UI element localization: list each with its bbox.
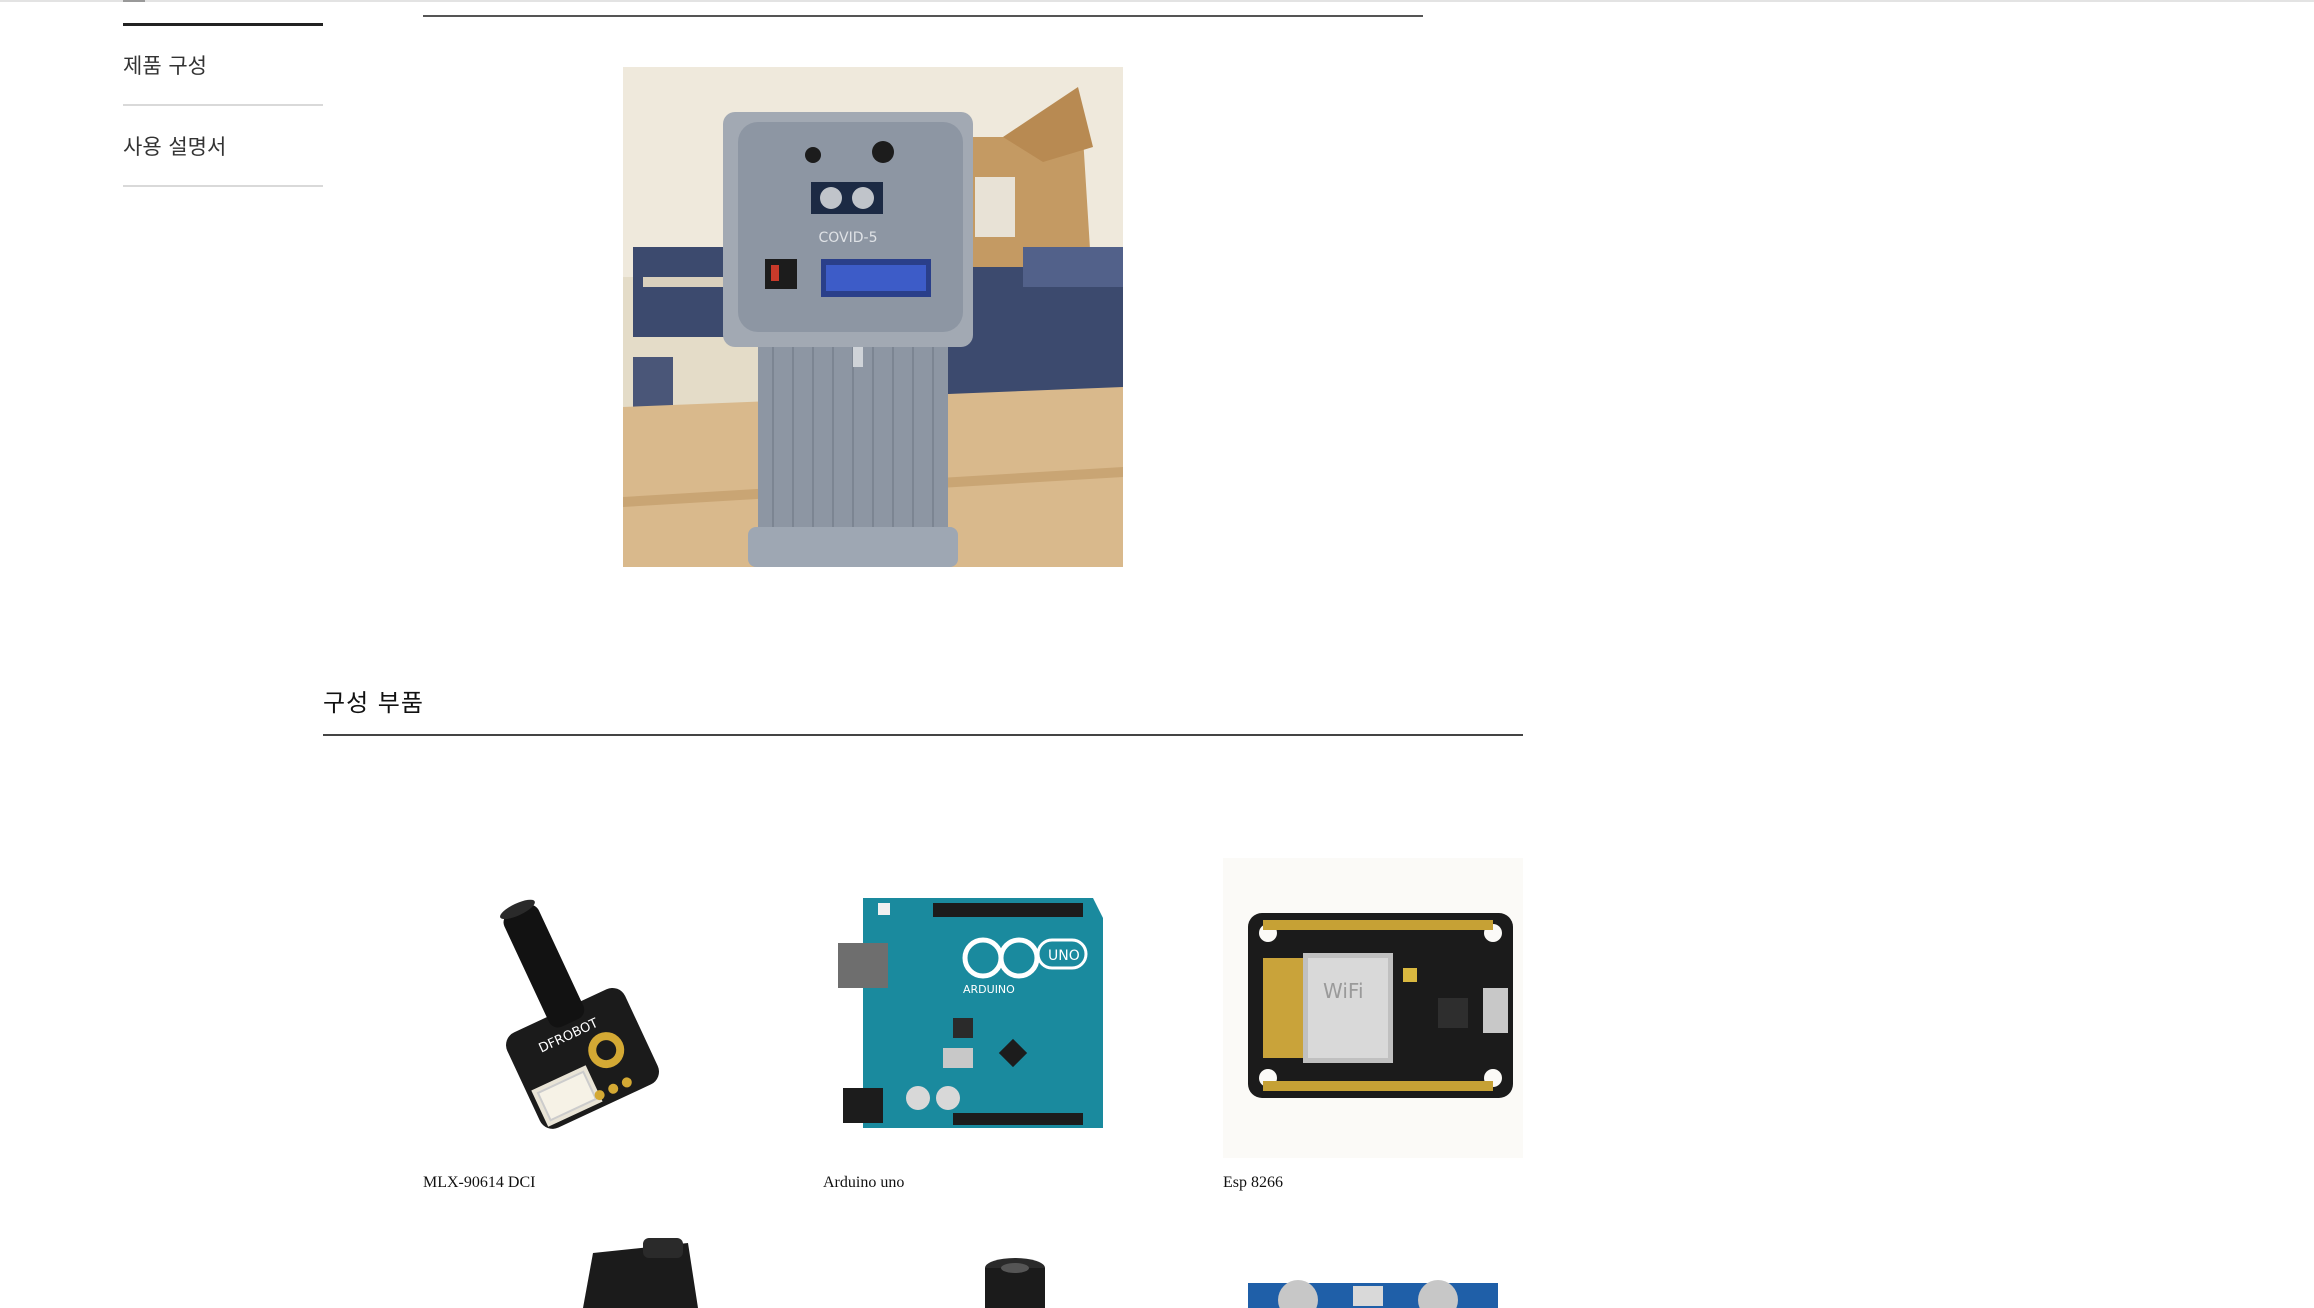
section-divider xyxy=(323,734,1523,736)
sidebar-item-product-composition[interactable]: 제품 구성 xyxy=(123,26,323,106)
svg-text:UNO: UNO xyxy=(1048,948,1080,964)
sidebar-item-user-manual[interactable]: 사용 설명서 xyxy=(123,107,323,187)
viewport-top-edge xyxy=(0,0,2314,2)
content-divider xyxy=(423,15,1423,17)
part-card xyxy=(423,1228,723,1308)
buzzer-image xyxy=(823,1228,1123,1308)
esp8266-module-image: WiFi xyxy=(1223,858,1523,1158)
part-caption: MLX-90614 DCI xyxy=(423,1174,536,1191)
part-card xyxy=(823,1228,1123,1308)
temperature-sensor-image: DFROBOT xyxy=(423,858,723,1158)
device-label: COVID-5 xyxy=(819,230,878,246)
part-caption: Arduino uno xyxy=(823,1174,905,1191)
product-photo: COVID-5 xyxy=(623,67,1123,567)
sidebar-item-label: 제품 구성 xyxy=(123,54,207,78)
part-card: DFROBOT MLX-90614 DCI xyxy=(423,858,723,1191)
section-title: 구성 부품 xyxy=(323,689,424,717)
ultrasonic-sensor-image xyxy=(1223,1228,1523,1308)
svg-text:ARDUINO: ARDUINO xyxy=(963,983,1015,996)
black-sensor-image xyxy=(423,1228,723,1308)
product-photo-image: COVID-5 xyxy=(623,67,1123,567)
sidebar-cutoff-item xyxy=(123,0,145,2)
part-caption: Esp 8266 xyxy=(1223,1174,1283,1191)
svg-text:WiFi: WiFi xyxy=(1323,979,1364,1003)
part-card: UNO ARDUINO Arduino uno xyxy=(823,858,1123,1191)
arduino-board-image: UNO ARDUINO xyxy=(823,858,1123,1158)
part-card: WiFi Esp 8266 xyxy=(1223,858,1523,1191)
part-card xyxy=(1223,1228,1523,1308)
sidebar-item-label: 사용 설명서 xyxy=(123,135,227,159)
